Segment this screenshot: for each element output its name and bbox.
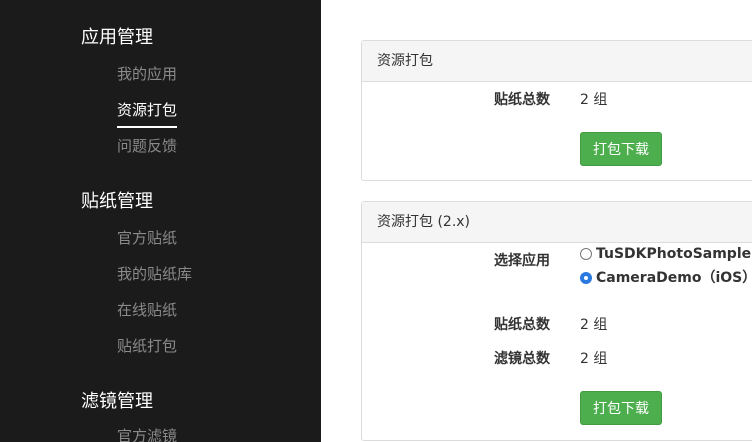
active-underline [117, 126, 178, 128]
sidebar-item-feedback[interactable]: 问题反馈 [117, 136, 177, 156]
download-package-button[interactable]: 打包下载 [580, 132, 662, 166]
app-option-camerademo[interactable]: CameraDemo（iOS） [580, 268, 752, 288]
sidebar-item-official-filters[interactable]: 官方滤镜 [117, 426, 177, 442]
app-option-label: TuSDKPhotoSamplePho [596, 246, 752, 262]
sidebar: 应用管理 我的应用 资源打包 问题反馈 贴纸管理 官方贴纸 我的贴纸库 在线贴纸… [0, 0, 321, 442]
group-title-sticker-management: 贴纸管理 [81, 191, 153, 212]
sticker-total-label: 贴纸总数 [494, 92, 550, 108]
group-title-filter-management: 滤镜管理 [81, 391, 153, 412]
sticker-total-value: 2 组 [580, 92, 608, 108]
download-package-2x-button[interactable]: 打包下载 [580, 391, 662, 425]
radio-unchecked-icon[interactable] [580, 248, 592, 260]
radio-checked-icon[interactable] [580, 272, 592, 284]
sidebar-item-online-stickers[interactable]: 在线贴纸 [117, 300, 177, 320]
sticker-total-value: 2 组 [580, 317, 608, 333]
filter-total-label: 滤镜总数 [494, 351, 550, 367]
sidebar-item-official-stickers[interactable]: 官方贴纸 [117, 228, 177, 248]
sidebar-item-sticker-packaging[interactable]: 贴纸打包 [117, 336, 177, 356]
sidebar-item-my-sticker-library[interactable]: 我的贴纸库 [117, 264, 192, 284]
resource-packaging-panel: 资源打包 贴纸总数 2 组 打包下载 [361, 40, 752, 181]
main-content: 资源打包 贴纸总数 2 组 打包下载 资源打包 (2.x) 选择应用 TuSDK… [321, 0, 752, 442]
group-title-app-management: 应用管理 [81, 27, 153, 48]
panel-title: 资源打包 (2.x) [362, 202, 752, 243]
filter-total-value: 2 组 [580, 351, 608, 367]
sidebar-item-label: 资源打包 [117, 101, 178, 119]
app-option-tusdkphotosample[interactable]: TuSDKPhotoSamplePho [580, 244, 752, 264]
sticker-total-label: 贴纸总数 [494, 317, 550, 333]
panel-title: 资源打包 [362, 41, 752, 82]
app-option-label: CameraDemo（iOS） [596, 270, 752, 286]
select-app-label: 选择应用 [494, 253, 550, 269]
sidebar-item-my-apps[interactable]: 我的应用 [117, 64, 177, 84]
sidebar-item-resource-packaging[interactable]: 资源打包 [117, 100, 178, 128]
resource-packaging-2x-panel: 资源打包 (2.x) 选择应用 TuSDKPhotoSamplePho Came… [361, 201, 752, 441]
